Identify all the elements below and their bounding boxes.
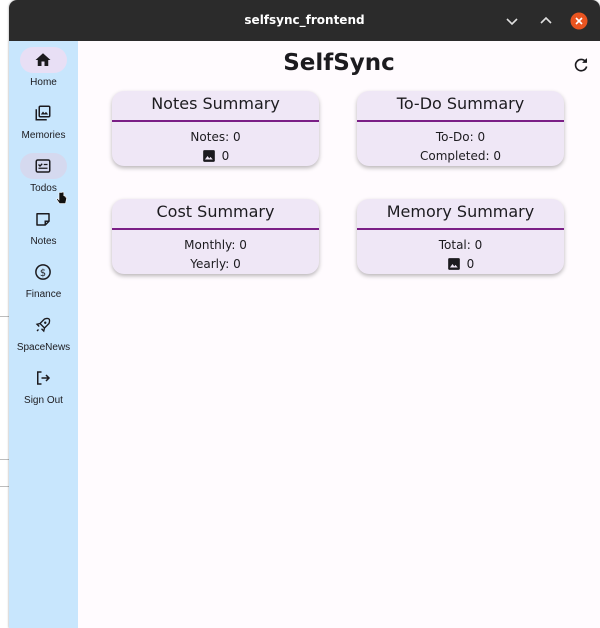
memory-summary-card[interactable]: Memory Summary Total: 0 0 xyxy=(357,199,564,274)
nav-label-memories: Memories xyxy=(21,130,66,141)
svg-text:$: $ xyxy=(40,268,46,279)
nav-label-sign-out: Sign Out xyxy=(24,395,63,406)
todo-completed-count: Completed: 0 xyxy=(420,149,501,163)
notes-summary-card[interactable]: Notes Summary Notes: 0 0 xyxy=(112,91,319,166)
todo-summary-card[interactable]: To-Do Summary To-Do: 0 Completed: 0 xyxy=(357,91,564,166)
main-content: SelfSync Notes Summary Notes: 0 0 To-Do … xyxy=(78,41,600,628)
photo-library-icon xyxy=(35,105,51,121)
cost-summary-card[interactable]: Cost Summary Monthly: 0 Yearly: 0 xyxy=(112,199,319,274)
todo-count: To-Do: 0 xyxy=(435,130,486,144)
chevron-up-icon xyxy=(540,16,552,24)
checklist-icon xyxy=(35,159,51,173)
notes-count: Notes: 0 xyxy=(190,130,241,144)
dollar-circle-icon: $ xyxy=(35,264,51,280)
image-icon xyxy=(202,150,215,162)
background-divider xyxy=(0,316,9,317)
close-button[interactable] xyxy=(569,11,589,31)
memory-total: Total: 0 xyxy=(438,238,483,252)
nav-item-spacenews[interactable]: SpaceNews xyxy=(9,312,78,362)
memory-image-count: 0 xyxy=(466,257,475,271)
hand-cursor-icon xyxy=(56,191,67,204)
page-title: SelfSync xyxy=(283,50,395,76)
navigation-rail: Home Memories Todos Notes $ Finance Spac… xyxy=(9,41,78,628)
card-title: Memory Summary xyxy=(386,202,535,221)
chevron-down-icon xyxy=(506,18,518,26)
card-divider xyxy=(112,120,319,122)
nav-label-notes: Notes xyxy=(30,236,57,247)
nav-label-home: Home xyxy=(30,77,57,88)
nav-indicator xyxy=(20,153,67,179)
nav-indicator: $ xyxy=(20,259,67,285)
card-title: Notes Summary xyxy=(151,94,280,113)
background-desktop-strip xyxy=(0,0,9,628)
nav-item-finance[interactable]: $ Finance xyxy=(9,259,78,309)
home-icon xyxy=(35,53,51,66)
note-icon xyxy=(36,213,50,226)
maximize-button[interactable] xyxy=(536,11,556,31)
nav-indicator xyxy=(20,100,67,126)
memory-image-count-row: 0 xyxy=(357,257,564,271)
nav-indicator xyxy=(20,47,67,73)
minimize-button[interactable] xyxy=(502,11,522,31)
nav-item-notes[interactable]: Notes xyxy=(9,206,78,256)
card-divider xyxy=(357,228,564,230)
nav-indicator xyxy=(20,206,67,232)
refresh-button[interactable] xyxy=(572,56,590,74)
window-titlebar[interactable]: selfsync_frontend xyxy=(9,0,600,41)
card-title: To-Do Summary xyxy=(396,94,525,113)
monthly-cost: Monthly: 0 xyxy=(184,238,247,252)
app-window: selfsync_frontend Home Memories Todos No… xyxy=(9,0,600,628)
yearly-cost: Yearly: 0 xyxy=(190,257,241,271)
notes-image-count-row: 0 xyxy=(112,149,319,163)
nav-item-home[interactable]: Home xyxy=(9,47,78,97)
card-title: Cost Summary xyxy=(156,202,275,221)
close-icon xyxy=(570,12,588,30)
nav-label-spacenews: SpaceNews xyxy=(16,342,71,353)
nav-label-finance: Finance xyxy=(25,289,62,300)
nav-indicator xyxy=(20,365,67,391)
nav-indicator xyxy=(20,312,67,338)
card-divider xyxy=(357,120,564,122)
background-divider xyxy=(0,486,9,487)
card-divider xyxy=(112,228,319,230)
background-divider xyxy=(0,459,9,460)
notes-image-count: 0 xyxy=(221,149,230,163)
image-icon xyxy=(447,258,460,270)
logout-icon xyxy=(37,371,51,385)
nav-item-memories[interactable]: Memories xyxy=(9,100,78,150)
rocket-icon xyxy=(35,317,51,333)
refresh-icon xyxy=(574,58,588,72)
nav-item-sign-out[interactable]: Sign Out xyxy=(9,365,78,415)
